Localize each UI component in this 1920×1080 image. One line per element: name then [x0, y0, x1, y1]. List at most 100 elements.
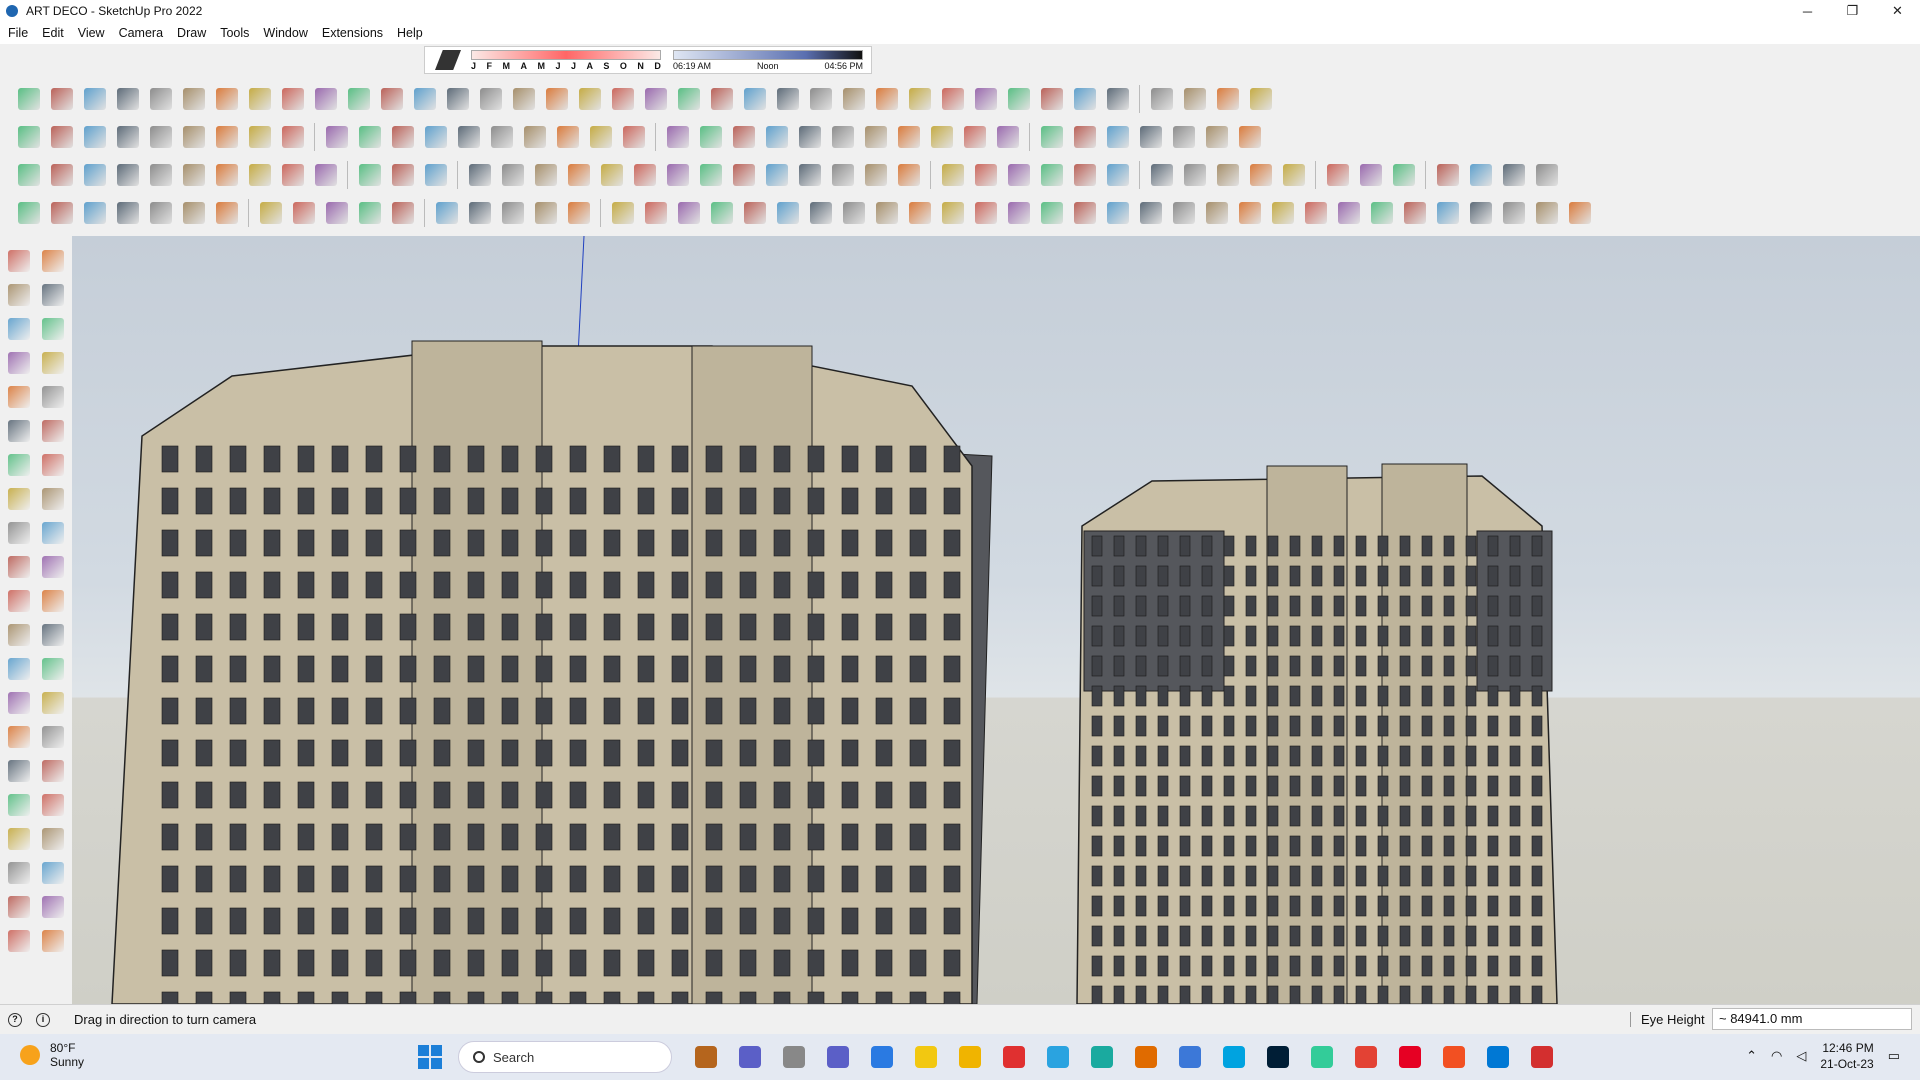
left-tool-icon[interactable]: [4, 518, 34, 548]
toolbar-tool-icon[interactable]: [507, 83, 540, 115]
toolbar-tool-icon[interactable]: [485, 121, 518, 153]
toolbar-tool-icon[interactable]: [78, 197, 111, 229]
tray-chevron-icon[interactable]: ⌃: [1746, 1048, 1757, 1064]
left-tool-icon[interactable]: [4, 926, 34, 956]
left-tool-icon[interactable]: [38, 892, 68, 922]
toolbar-tool-icon[interactable]: [1244, 159, 1277, 191]
toolbar-tool-icon[interactable]: [1398, 197, 1431, 229]
left-tool-icon[interactable]: [4, 314, 34, 344]
toolbar-tool-icon[interactable]: [353, 197, 386, 229]
left-tool-icon[interactable]: [38, 722, 68, 752]
month-slider-track[interactable]: [471, 50, 661, 60]
shadow-toggle-icon[interactable]: [435, 50, 461, 70]
toolbar-tool-icon[interactable]: [12, 197, 45, 229]
toolbar-tool-icon[interactable]: [210, 83, 243, 115]
toolbar-tool-icon[interactable]: [1167, 121, 1200, 153]
menu-draw[interactable]: Draw: [177, 26, 206, 40]
geolocation-icon[interactable]: ?: [8, 1012, 22, 1027]
left-tool-icon[interactable]: [38, 552, 68, 582]
left-tool-icon[interactable]: [4, 620, 34, 650]
taskbar-app-icon[interactable]: [1394, 1041, 1426, 1073]
toolbar-tool-icon[interactable]: [254, 197, 287, 229]
left-tool-icon[interactable]: [38, 688, 68, 718]
toolbar-tool-icon[interactable]: [1497, 159, 1530, 191]
toolbar-tool-icon[interactable]: [705, 83, 738, 115]
toolbar-tool-icon[interactable]: [1134, 121, 1167, 153]
taskbar-app-icon[interactable]: [1350, 1041, 1382, 1073]
measurements-box[interactable]: ~ 84941.0 mm: [1712, 1008, 1912, 1030]
toolbar-tool-icon[interactable]: [859, 121, 892, 153]
toolbar-tool-icon[interactable]: [1068, 83, 1101, 115]
toolbar-tool-icon[interactable]: [177, 121, 210, 153]
toolbar-tool-icon[interactable]: [760, 121, 793, 153]
left-tool-icon[interactable]: [4, 892, 34, 922]
toolbar-tool-icon[interactable]: [727, 121, 760, 153]
left-tool-icon[interactable]: [4, 688, 34, 718]
toolbar-tool-icon[interactable]: [1068, 159, 1101, 191]
taskbar-app-icon[interactable]: [690, 1041, 722, 1073]
toolbar-tool-icon[interactable]: [78, 159, 111, 191]
toolbar-tool-icon[interactable]: [804, 197, 837, 229]
left-tool-icon[interactable]: [4, 654, 34, 684]
toolbar-tool-icon[interactable]: [1134, 197, 1167, 229]
taskbar-app-icon[interactable]: [1218, 1041, 1250, 1073]
clock[interactable]: 12:46 PM 21-Oct-23: [1820, 1040, 1873, 1072]
menu-edit[interactable]: Edit: [42, 26, 64, 40]
toolbar-tool-icon[interactable]: [562, 159, 595, 191]
toolbar-tool-icon[interactable]: [375, 83, 408, 115]
toolbar-tool-icon[interactable]: [1101, 159, 1134, 191]
toolbar-tool-icon[interactable]: [320, 197, 353, 229]
toolbar-tool-icon[interactable]: [1530, 197, 1563, 229]
toolbar-tool-icon[interactable]: [540, 83, 573, 115]
toolbar-tool-icon[interactable]: [1101, 121, 1134, 153]
toolbar-tool-icon[interactable]: [1431, 159, 1464, 191]
toolbar-tool-icon[interactable]: [1101, 197, 1134, 229]
notification-icon[interactable]: ▭: [1888, 1048, 1900, 1064]
left-tool-icon[interactable]: [38, 484, 68, 514]
toolbar-tool-icon[interactable]: [529, 159, 562, 191]
toolbar-tool-icon[interactable]: [595, 159, 628, 191]
toolbar-tool-icon[interactable]: [1497, 197, 1530, 229]
left-tool-icon[interactable]: [4, 722, 34, 752]
left-tool-icon[interactable]: [38, 246, 68, 276]
left-tool-icon[interactable]: [38, 586, 68, 616]
toolbar-tool-icon[interactable]: [1145, 159, 1178, 191]
toolbar-tool-icon[interactable]: [78, 121, 111, 153]
toolbar-tool-icon[interactable]: [1178, 159, 1211, 191]
left-tool-icon[interactable]: [38, 382, 68, 412]
toolbar-tool-icon[interactable]: [903, 83, 936, 115]
left-tool-icon[interactable]: [38, 858, 68, 888]
toolbar-tool-icon[interactable]: [1035, 159, 1068, 191]
toolbar-tool-icon[interactable]: [892, 159, 925, 191]
toolbar-tool-icon[interactable]: [45, 83, 78, 115]
left-tool-icon[interactable]: [38, 450, 68, 480]
toolbar-tool-icon[interactable]: [419, 121, 452, 153]
toolbar-tool-icon[interactable]: [1233, 121, 1266, 153]
taskbar-app-icon[interactable]: [1042, 1041, 1074, 1073]
toolbar-tool-icon[interactable]: [562, 197, 595, 229]
month-slider[interactable]: J F M A M J J A S O N D: [471, 50, 661, 72]
toolbar-tool-icon[interactable]: [1068, 121, 1101, 153]
menu-tools[interactable]: Tools: [220, 26, 249, 40]
toolbar-tool-icon[interactable]: [606, 83, 639, 115]
toolbar-tool-icon[interactable]: [441, 83, 474, 115]
taskbar-app-icon[interactable]: [778, 1041, 810, 1073]
toolbar-tool-icon[interactable]: [452, 121, 485, 153]
toolbar-tool-icon[interactable]: [826, 159, 859, 191]
taskbar-search[interactable]: Search: [458, 1041, 672, 1073]
toolbar-tool-icon[interactable]: [1464, 159, 1497, 191]
toolbar-tool-icon[interactable]: [1035, 121, 1068, 153]
toolbar-tool-icon[interactable]: [1002, 83, 1035, 115]
toolbar-tool-icon[interactable]: [1068, 197, 1101, 229]
toolbar-tool-icon[interactable]: [804, 83, 837, 115]
toolbar-tool-icon[interactable]: [969, 197, 1002, 229]
volume-icon[interactable]: ◁: [1796, 1048, 1806, 1064]
toolbar-tool-icon[interactable]: [353, 159, 386, 191]
toolbar-tool-icon[interactable]: [353, 121, 386, 153]
toolbar-tool-icon[interactable]: [551, 121, 584, 153]
toolbar-tool-icon[interactable]: [309, 159, 342, 191]
left-tool-icon[interactable]: [38, 654, 68, 684]
left-tool-icon[interactable]: [38, 790, 68, 820]
toolbar-tool-icon[interactable]: [661, 121, 694, 153]
toolbar-tool-icon[interactable]: [1354, 159, 1387, 191]
